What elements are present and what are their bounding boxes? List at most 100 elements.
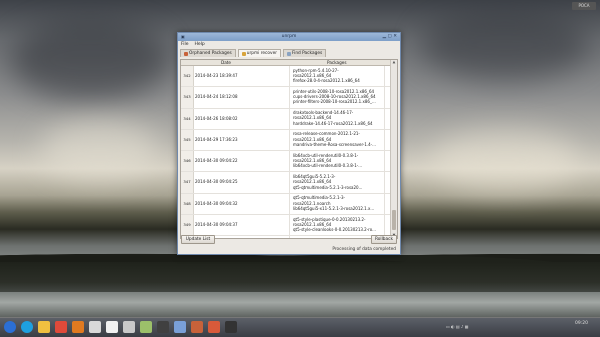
row-packages: drakxtools-backend-14.46-17- rosa2012.1.x… xyxy=(293,110,373,126)
files-icon[interactable] xyxy=(89,321,101,333)
column-divider xyxy=(289,108,290,129)
menubar: File Help xyxy=(178,41,400,48)
column-divider xyxy=(384,129,385,151)
window-titlebar[interactable]: ▣ unrpm ▁ ▢ ✕ xyxy=(178,33,400,41)
column-divider xyxy=(384,66,385,87)
terminal-icon[interactable] xyxy=(225,321,237,333)
status-text: Processing of data completed xyxy=(332,247,396,252)
cloud xyxy=(430,130,580,190)
app-window: ▣ unrpm ▁ ▢ ✕ File Help Orphaned Package… xyxy=(177,32,401,255)
column-header-packages[interactable]: Packages xyxy=(327,60,347,65)
row-packages: qt5-qtmultimedia-5.2.1-3- rosa2012.1.noar… xyxy=(293,195,374,211)
cloud xyxy=(10,20,170,100)
clock[interactable]: 09:20 xyxy=(575,321,588,326)
firefox-icon[interactable] xyxy=(72,321,84,333)
row-date: 2014-04-23 18:39:47 xyxy=(195,73,238,78)
table-row[interactable]: 348 2014-04-30 09:04:32 qt5-qtmultimedia-5… xyxy=(181,193,391,216)
package-name: lib64qt5gui5-x11-5.2.1-3-rosa2012.1.x... xyxy=(293,205,375,211)
tab-find-packages[interactable]: Find Packages xyxy=(282,49,327,57)
column-divider xyxy=(289,87,290,108)
row-packages: lib64xcb-util-renderutil0-0.3.8-1- rosa20… xyxy=(293,153,362,169)
row-packages: python-rpm-5.4.10-27- rosa2012.1.x86_64 fi… xyxy=(293,68,360,84)
window-title: unrpm xyxy=(281,34,297,39)
taskbar: ▭ ◐ ▤ ♪ ▦ 09:20 xyxy=(0,317,600,337)
chrome-icon[interactable] xyxy=(55,321,67,333)
column-divider xyxy=(289,193,290,215)
column-divider xyxy=(384,193,385,215)
table-row[interactable]: 342 2014-04-23 18:39:47 python-rpm-5.4.10-… xyxy=(181,66,391,88)
package-icon xyxy=(184,51,188,56)
row-date: 2014-04-24 18:12:08 xyxy=(195,94,238,100)
column-divider xyxy=(289,129,290,151)
table-row[interactable]: 347 2014-04-30 09:04:25 lib64qt5gui5-5.2.1… xyxy=(181,172,391,194)
tab-orphaned-packages[interactable]: Orphaned Packages xyxy=(180,49,236,57)
column-divider xyxy=(289,151,290,172)
image-icon[interactable] xyxy=(140,321,152,333)
package-icon[interactable] xyxy=(191,321,203,333)
menu-file[interactable]: File xyxy=(181,42,189,47)
tab-urpmi-recover[interactable]: urpmi recover xyxy=(237,49,281,57)
browser-icon[interactable] xyxy=(208,321,220,333)
table-row[interactable]: 349 2014-04-30 09:04:37 qt5-style-plastiqu… xyxy=(181,215,391,237)
start-icon[interactable] xyxy=(4,321,16,333)
column-divider xyxy=(289,172,290,193)
table-row[interactable]: 344 2014-04-26 18:08:02 drakxtools-backend… xyxy=(181,108,391,130)
cloud xyxy=(40,120,160,180)
skype-icon[interactable] xyxy=(21,321,33,333)
search-icon xyxy=(286,51,291,56)
table-body: 342 2014-04-23 18:39:47 python-rpm-5.4.10-… xyxy=(181,66,391,239)
package-name: mandriva-theme-Rosa-screensaver-1.4-... xyxy=(293,141,376,147)
package-name: qt5-style-cleanlooks-0-0.20130213.2-ro..… xyxy=(293,227,376,233)
column-divider xyxy=(384,172,385,193)
tab-label: Orphaned Packages xyxy=(189,51,232,56)
window-controls[interactable]: ▁ ▢ ✕ xyxy=(383,34,397,39)
row-packages: qt5-style-plastique-0-0.20130213.2- rosa2… xyxy=(293,217,376,233)
lake xyxy=(0,292,600,318)
row-number: 342 xyxy=(181,66,194,87)
menu-help[interactable]: Help xyxy=(195,42,205,47)
tray-icons[interactable]: ▭ ◐ ▤ ♪ ▦ xyxy=(446,324,468,329)
scroll-up-icon[interactable]: ▲ xyxy=(391,60,397,65)
recover-icon xyxy=(241,51,246,56)
row-packages: qt4-urpm-2.0-1-rosa2012.1.x86_64xterm-29… xyxy=(293,238,363,239)
row-date: 2014-04-30 09:04:22 xyxy=(195,158,238,164)
document-icon[interactable] xyxy=(106,321,118,333)
media-icon[interactable] xyxy=(174,321,186,333)
column-divider xyxy=(384,87,385,108)
row-number: 347 xyxy=(181,172,194,193)
row-number: 349 xyxy=(181,215,194,236)
folder-icon[interactable] xyxy=(38,321,50,333)
package-name: lib64xcb-util-renderutil0-0.3.8-1-... xyxy=(293,163,363,169)
table-row[interactable]: 346 2014-04-30 09:04:22 lib64xcb-util-rend… xyxy=(181,151,391,173)
package-name: qt5-qtmultimedia-5.2.1-3-rosa20... xyxy=(293,184,363,190)
column-header-date[interactable]: Date xyxy=(221,60,231,65)
video-icon[interactable] xyxy=(157,321,169,333)
row-date: 2014-04-30 09:04:25 xyxy=(195,179,238,185)
history-table: Date Packages 342 2014-04-23 18:39:47 pyth… xyxy=(180,59,398,239)
calendar-icon[interactable] xyxy=(123,321,135,333)
table-row[interactable]: 345 2014-04-29 17:36:23 rosa-release-commo… xyxy=(181,129,391,152)
row-number: 348 xyxy=(181,193,194,215)
system-tray: ▭ ◐ ▤ ♪ ▦ 09:20 xyxy=(440,318,600,337)
tab-bar: Orphaned Packages urpmi recover Find Pac… xyxy=(178,49,400,57)
column-divider xyxy=(289,215,290,236)
table-row[interactable]: 343 2014-04-24 18:12:08 printer-utils-2008… xyxy=(181,87,391,109)
column-divider xyxy=(289,236,290,238)
row-date: 2014-04-29 17:36:23 xyxy=(195,136,238,142)
tab-label: urpmi recover xyxy=(246,51,277,56)
shore xyxy=(0,262,600,296)
package-name: harddrake-14.46-17-rosa2012.1.x86_64 xyxy=(293,120,373,126)
row-date: 2014-04-30 09:04:37 xyxy=(195,222,238,228)
update-list-button[interactable]: Update List xyxy=(181,235,215,244)
package-name: qt4-urpm-2.0-1-rosa2012.1.x86_64 xyxy=(293,238,363,239)
column-divider xyxy=(289,66,290,87)
desktop-corner-button[interactable]: РОСА xyxy=(572,2,596,10)
row-number: 346 xyxy=(181,151,194,172)
row-packages: lib64qt5gui5-5.2.1-3- rosa2012.1.x86_64 qt… xyxy=(293,174,362,190)
row-number: 345 xyxy=(181,129,194,151)
row-date: 2014-04-30 09:04:32 xyxy=(195,200,238,206)
vertical-scrollbar[interactable]: ▲ ▼ xyxy=(390,60,397,238)
rollback-button[interactable]: Rollback xyxy=(371,235,397,244)
scroll-thumb[interactable] xyxy=(392,210,396,230)
row-packages: rosa-release-common-2012.1-21- rosa2012.1… xyxy=(293,131,376,147)
